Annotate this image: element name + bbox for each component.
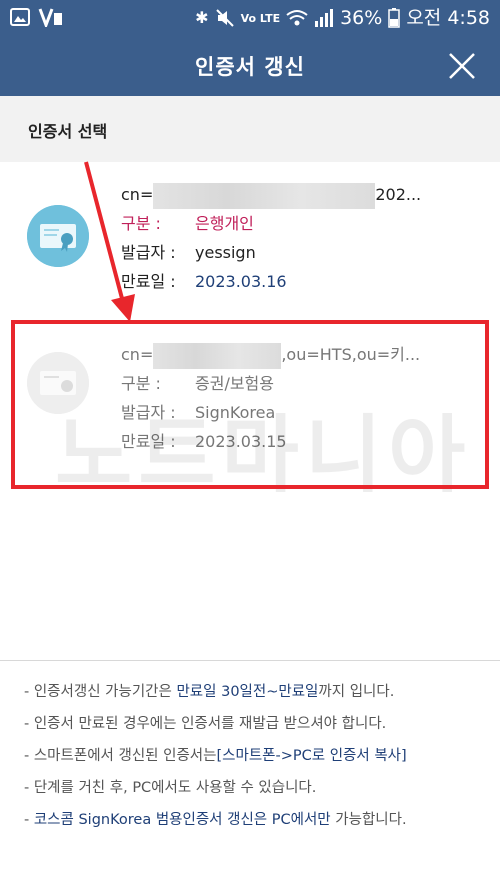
certificate-icon [27, 352, 89, 414]
mute-icon [215, 9, 234, 27]
type-label: 구분 : [121, 214, 161, 233]
cn-suffix: 202... [375, 185, 422, 204]
issuer-value: SignKorea [195, 403, 276, 422]
close-icon[interactable] [444, 48, 480, 84]
certificate-cn: cn= ,ou=HTS,ou=키... [121, 340, 420, 369]
status-bar: ✱ Vo LTE 36% 오전 4:58 [0, 0, 500, 36]
expiry-label: 만료일 : [121, 432, 176, 451]
network-label: Vo LTE [240, 11, 281, 25]
certificate-expiry: 만료일 : 2023.03.15 [121, 427, 420, 456]
cn-suffix: ,ou=HTS,ou=키... [281, 345, 421, 364]
battery-percent: 36% [340, 7, 383, 29]
page-title: 인증서 갱신 [195, 55, 305, 79]
expiry-value: 2023.03.15 [195, 432, 287, 451]
certificate-type: 구분 : 증권/보험용 [121, 369, 420, 398]
redacted-cn [153, 342, 282, 369]
expiry-label: 만료일 : [121, 272, 176, 291]
certificate-issuer: 발급자 : SignKorea [121, 398, 420, 427]
note-item: - 인증서 만료된 경우에는 인증서를 재발급 받으셔야 합니다. [24, 708, 407, 740]
certificate-details: cn= 202... 구분 : 은행개인 발급자 : yessign 만료일 : 202… [121, 180, 421, 296]
type-value: 증권/보험용 [195, 374, 274, 393]
note-highlight: [스마트폰->PC로 인증서 복사] [216, 748, 407, 764]
note-text: - [24, 812, 34, 828]
wifi-icon [286, 10, 308, 26]
note-text: - 스마트폰에서 갱신된 인증서는 [24, 748, 217, 764]
status-bar-right: ✱ Vo LTE 36% 오전 4:58 [195, 6, 490, 30]
note-text: 가능합니다. [330, 812, 407, 828]
certificate-type: 구분 : 은행개인 [121, 209, 421, 238]
certificate-icon [27, 205, 89, 267]
battery-icon [388, 8, 401, 28]
note-text: 까지 입니다. [318, 684, 395, 700]
status-bar-left [10, 7, 64, 27]
notes-list: - 인증서갱신 가능기간은 만료일 30일전~만료일까지 입니다. - 인증서 … [24, 676, 407, 836]
cn-prefix: cn= [121, 345, 154, 364]
section-title: 인증서 선택 [28, 122, 108, 141]
certificate-cn: cn= 202... [121, 180, 421, 209]
app-bar: 인증서 갱신 [0, 36, 500, 96]
note-text: - 인증서 만료된 경우에는 인증서를 재발급 받으셔야 합니다. [24, 716, 387, 732]
type-value: 은행개인 [195, 214, 254, 233]
note-item: - 인증서갱신 가능기간은 만료일 30일전~만료일까지 입니다. [24, 676, 407, 708]
bluetooth-icon: ✱ [195, 8, 209, 27]
signal-icon [315, 9, 334, 27]
issuer-value: yessign [195, 243, 256, 262]
note-item: - 스마트폰에서 갱신된 인증서는[스마트폰->PC로 인증서 복사] [24, 740, 407, 772]
note-highlight: 만료일 30일전~만료일 [176, 684, 319, 700]
certificate-issuer: 발급자 : yessign [121, 238, 421, 267]
cn-prefix: cn= [121, 185, 154, 204]
v-icon [38, 8, 62, 27]
note-item: - 코스콤 SignKorea 범용인증서 갱신은 PC에서만 가능합니다. [24, 804, 407, 836]
status-time: 오전 4:58 [406, 7, 490, 29]
note-item: - 단계를 거친 후, PC에서도 사용할 수 있습니다. [24, 772, 407, 804]
section-header: 인증서 선택 [0, 96, 500, 162]
type-label: 구분 : [121, 374, 161, 393]
certificate-details: cn= ,ou=HTS,ou=키... 구분 : 증권/보험용 발급자 : SignK… [121, 340, 420, 456]
certificate-item-securities[interactable]: cn= ,ou=HTS,ou=키... 구분 : 증권/보험용 발급자 : SignK… [0, 328, 500, 456]
issuer-label: 발급자 : [121, 403, 176, 422]
certificate-item-bank[interactable]: cn= 202... 구분 : 은행개인 발급자 : yessign 만료일 : 202… [0, 172, 500, 300]
gallery-icon [10, 8, 30, 26]
certificate-expiry: 만료일 : 2023.03.16 [121, 267, 421, 296]
note-text: - 단계를 거친 후, PC에서도 사용할 수 있습니다. [24, 780, 317, 796]
note-text: - 인증서갱신 가능기간은 [24, 684, 177, 700]
divider [0, 660, 500, 661]
note-highlight: 코스콤 SignKorea 범용인증서 갱신은 PC에서만 [33, 812, 331, 828]
redacted-cn [153, 182, 376, 209]
issuer-label: 발급자 : [121, 243, 176, 262]
expiry-value: 2023.03.16 [195, 272, 287, 291]
